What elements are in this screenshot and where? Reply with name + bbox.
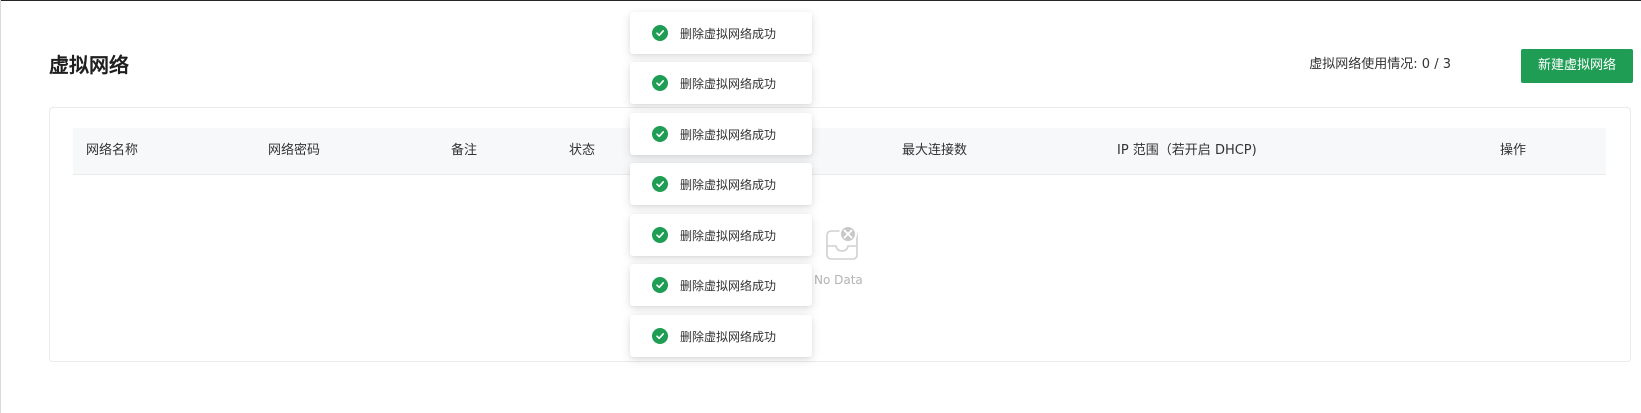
toast-message: 删除虚拟网络成功 (680, 127, 777, 142)
check-circle-icon (652, 328, 668, 344)
toast-message: 删除虚拟网络成功 (680, 26, 777, 41)
success-toast: 删除虚拟网络成功 (630, 315, 812, 357)
toast-message: 删除虚拟网络成功 (680, 76, 777, 91)
window-left-border (0, 0, 1, 413)
column-header-actions: 操作 (1500, 143, 1527, 158)
success-toast: 删除虚拟网络成功 (630, 214, 812, 256)
toast-message: 删除虚拟网络成功 (680, 228, 777, 243)
check-circle-icon (652, 126, 668, 142)
toast-message: 删除虚拟网络成功 (680, 278, 777, 293)
check-circle-icon (652, 227, 668, 243)
success-toast: 删除虚拟网络成功 (630, 62, 812, 104)
page-title: 虚拟网络 (49, 53, 129, 77)
success-toast: 删除虚拟网络成功 (630, 264, 812, 306)
success-toast: 删除虚拟网络成功 (630, 163, 812, 205)
window-top-border (0, 0, 1641, 1)
column-header-network-name: 网络名称 (86, 143, 139, 158)
column-header-network-password: 网络密码 (268, 143, 321, 158)
usage-indicator: 虚拟网络使用情况: 0 / 3 (1309, 57, 1451, 72)
column-header-max-connections: 最大连接数 (902, 143, 968, 158)
toast-message: 删除虚拟网络成功 (680, 329, 777, 344)
column-header-status: 状态 (569, 143, 596, 158)
check-circle-icon (652, 176, 668, 192)
new-virtual-network-button[interactable]: 新建虚拟网络 (1521, 49, 1633, 83)
success-toast: 删除虚拟网络成功 (630, 12, 812, 54)
check-circle-icon (652, 277, 668, 293)
check-circle-icon (652, 25, 668, 41)
column-header-remark: 备注 (451, 143, 478, 158)
column-header-ip-range: IP 范围（若开启 DHCP) (1117, 143, 1257, 158)
check-circle-icon (652, 75, 668, 91)
toast-message: 删除虚拟网络成功 (680, 177, 777, 192)
success-toast: 删除虚拟网络成功 (630, 113, 812, 155)
table-header: 网络名称 网络密码 备注 状态 最大连接数 IP 范围（若开启 DHCP) 操作 (73, 128, 1606, 175)
empty-state-text: No Data (814, 273, 863, 287)
